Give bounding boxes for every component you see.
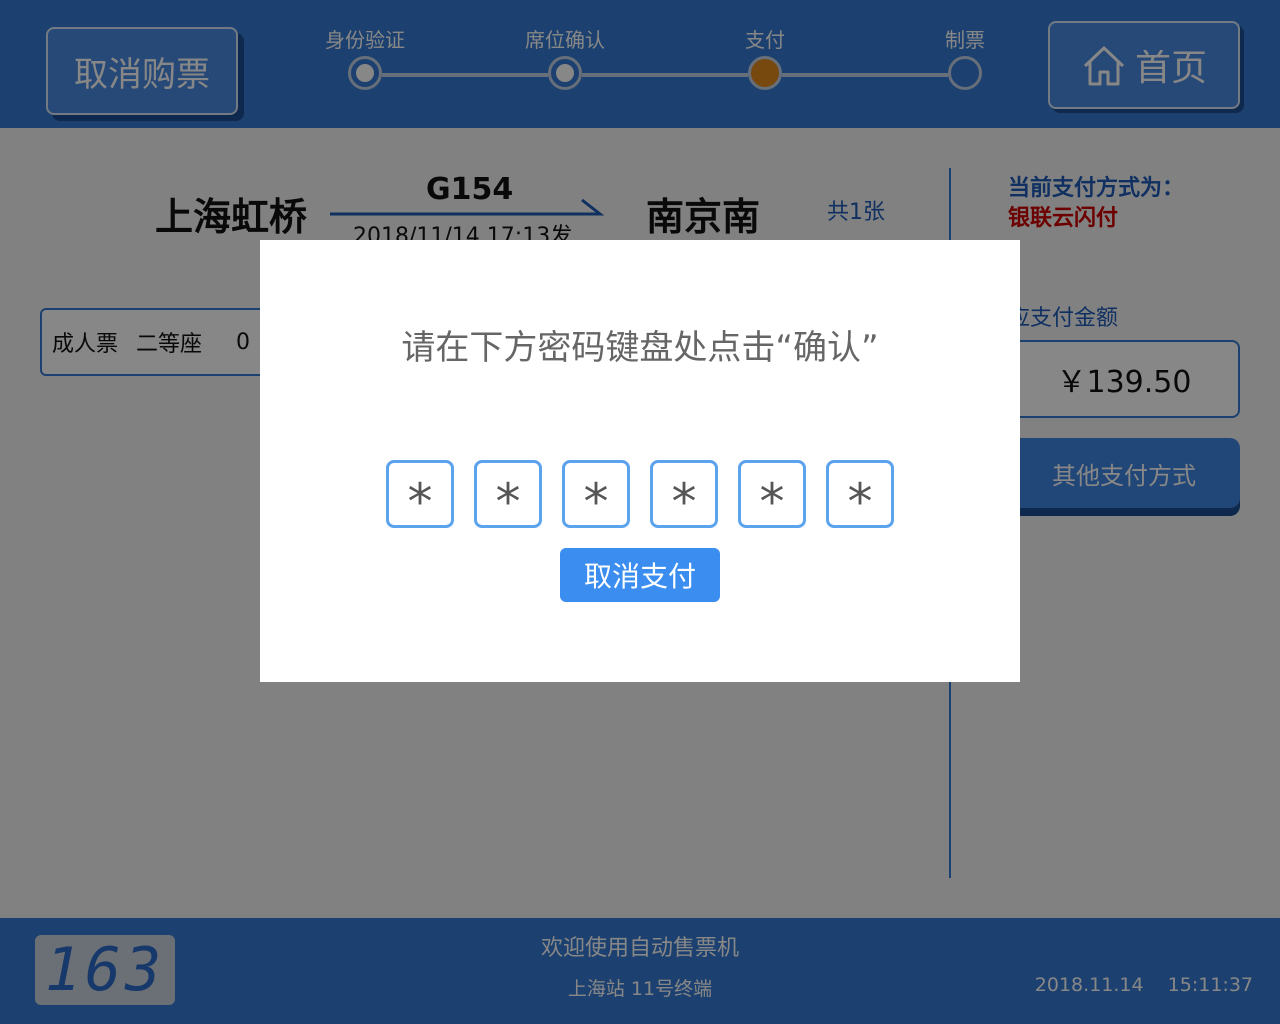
pin-digit-box: * — [738, 460, 806, 531]
cancel-payment-label: 取消支付 — [583, 560, 696, 593]
pin-digit-box: * — [650, 460, 718, 531]
pin-digit-box: * — [474, 460, 542, 531]
pin-digit-box: * — [826, 460, 894, 531]
pin-input-row: * * * * * * — [386, 460, 894, 531]
pin-entry-dialog: 请在下方密码键盘处点击“确认” * * * * * * 取消支付 — [260, 240, 1020, 682]
pin-digit-box: * — [386, 460, 454, 531]
pin-digit-box: * — [562, 460, 630, 531]
cancel-payment-button[interactable]: 取消支付 — [560, 548, 720, 602]
pin-instruction: 请在下方密码键盘处点击“确认” — [401, 328, 879, 368]
